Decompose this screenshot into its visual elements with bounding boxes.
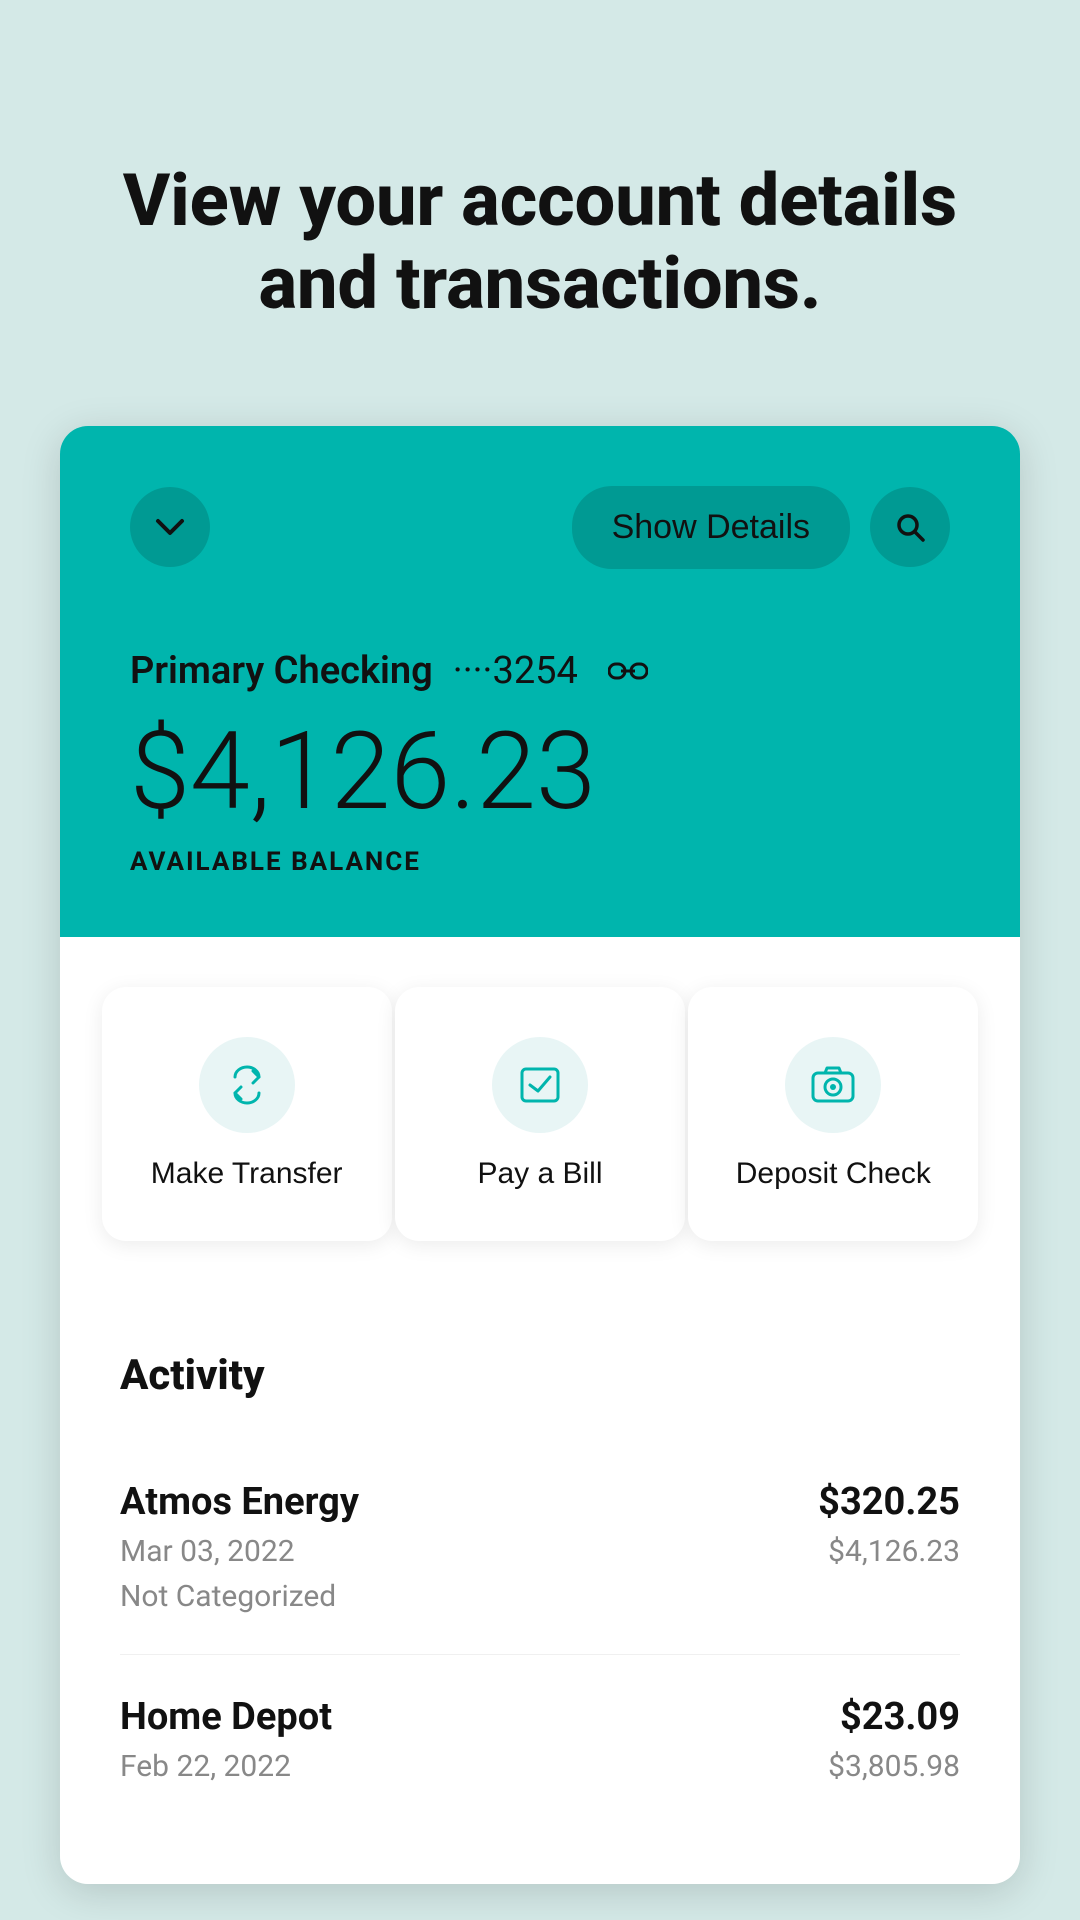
pay-bill-button[interactable]: Pay a Bill <box>395 987 685 1241</box>
chevron-down-icon <box>152 509 188 545</box>
transaction-name: Atmos Energy <box>120 1480 359 1524</box>
pay-bill-icon-circle <box>492 1037 588 1133</box>
transfer-icon-circle <box>199 1037 295 1133</box>
card-top-row: Show Details <box>130 486 950 569</box>
transaction-right: $320.25 $4,126.23 <box>818 1480 960 1569</box>
account-name-row: Primary Checking ····3254 <box>130 649 950 693</box>
account-name: Primary Checking <box>130 649 433 693</box>
balance-amount: $4,126.23 <box>130 713 950 832</box>
page-title: View your account details and transactio… <box>80 160 1000 326</box>
transaction-amount: $320.25 <box>818 1480 960 1524</box>
search-icon <box>892 509 928 545</box>
page-header: View your account details and transactio… <box>0 0 1080 426</box>
transaction-item[interactable]: Home Depot Feb 22, 2022 $23.09 $3,805.98 <box>120 1655 960 1824</box>
transaction-category: Not Categorized <box>120 1579 359 1614</box>
deposit-check-button[interactable]: Deposit Check <box>688 987 978 1241</box>
deposit-check-label: Deposit Check <box>736 1157 931 1191</box>
make-transfer-label: Make Transfer <box>151 1157 343 1191</box>
account-card: Show Details Primary Checking ····3254 <box>60 426 1020 1885</box>
make-transfer-button[interactable]: Make Transfer <box>102 987 392 1241</box>
transaction-left: Atmos Energy Mar 03, 2022 Not Categorize… <box>120 1480 359 1614</box>
bill-icon <box>514 1059 566 1111</box>
transaction-date: Feb 22, 2022 <box>120 1749 332 1784</box>
transaction-date: Mar 03, 2022 <box>120 1534 359 1569</box>
show-details-button[interactable]: Show Details <box>572 486 850 569</box>
transaction-item[interactable]: Atmos Energy Mar 03, 2022 Not Categorize… <box>120 1440 960 1655</box>
search-button[interactable] <box>870 487 950 567</box>
transaction-balance: $4,126.23 <box>828 1534 960 1569</box>
transaction-left: Home Depot Feb 22, 2022 <box>120 1695 332 1784</box>
deposit-check-icon-circle <box>785 1037 881 1133</box>
card-actions: Make Transfer Pay a Bill Deposit Che <box>60 937 1020 1301</box>
activity-section: Activity Atmos Energy Mar 03, 2022 Not C… <box>60 1301 1020 1884</box>
transaction-amount: $23.09 <box>840 1695 960 1739</box>
transaction-balance: $3,805.98 <box>828 1749 960 1784</box>
account-number: ····3254 <box>453 649 578 693</box>
pay-bill-label: Pay a Bill <box>477 1157 602 1191</box>
camera-icon <box>807 1059 859 1111</box>
transaction-right: $23.09 $3,805.98 <box>828 1695 960 1784</box>
activity-title: Activity <box>120 1351 960 1400</box>
balance-label: AVAILABLE BALANCE <box>130 847 950 877</box>
top-right-controls: Show Details <box>572 486 950 569</box>
chevron-down-button[interactable] <box>130 487 210 567</box>
transaction-name: Home Depot <box>120 1695 332 1739</box>
transfer-icon <box>221 1059 273 1111</box>
link-icon <box>608 657 648 685</box>
